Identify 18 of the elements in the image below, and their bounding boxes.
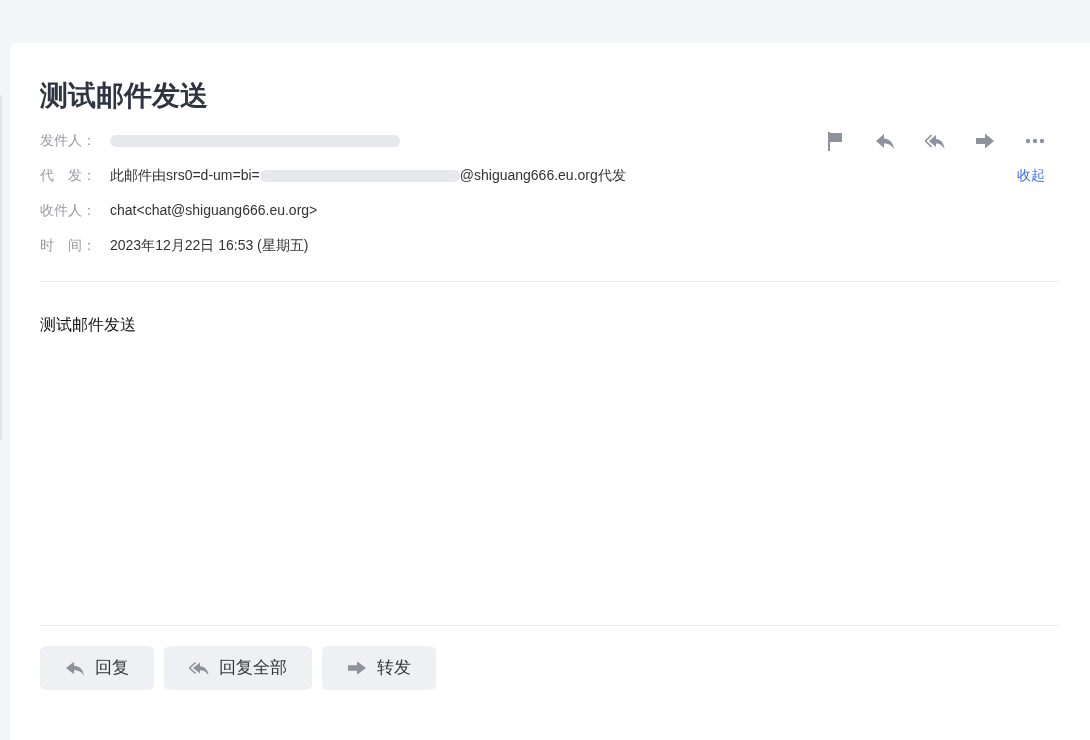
email-subject: 测试邮件发送 xyxy=(40,79,209,113)
forward-button[interactable]: 转发 xyxy=(322,646,436,690)
reply-all-button[interactable]: 回复全部 xyxy=(164,646,312,690)
header-value: chat<chat@shiguang666.eu.org> xyxy=(110,201,318,220)
header-value: 2023年12月22日 16:53 (星期五) xyxy=(110,236,309,255)
reply-icon xyxy=(65,659,85,677)
header-value: 此邮件由srs0=d-um=bi= xyxy=(110,166,260,185)
reply-button[interactable]: 回复 xyxy=(40,646,154,690)
collapse-link[interactable]: 收起 xyxy=(1017,165,1045,186)
header-label: 发件人： xyxy=(40,131,97,150)
email-body-text: 测试邮件发送 xyxy=(40,315,137,335)
reply-all-icon xyxy=(189,659,209,677)
forward-icon xyxy=(347,659,367,677)
header-label: 代 发： xyxy=(40,166,97,185)
flag-icon[interactable] xyxy=(825,130,845,151)
header-label: 时 间： xyxy=(40,236,97,255)
header-value: @shiguang666.eu.org代发 xyxy=(459,166,626,185)
header-label: 收件人： xyxy=(40,201,97,220)
